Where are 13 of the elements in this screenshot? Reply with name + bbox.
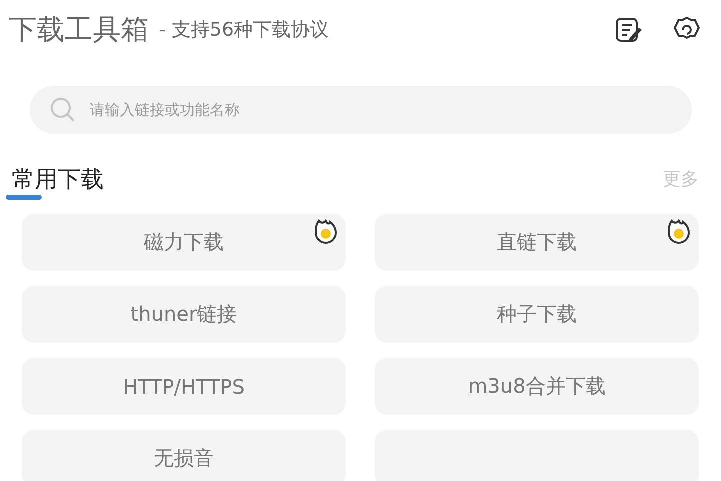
tool-button[interactable]: HTTP/HTTPS — [22, 358, 346, 415]
tool-button[interactable]: 直链下载 — [375, 214, 699, 271]
search-icon — [50, 97, 76, 123]
tool-button[interactable]: m3u8合并下载 — [375, 358, 699, 415]
tool-button[interactable]: 无损音 — [22, 430, 346, 481]
page-title: 下载工具箱 — [9, 12, 149, 48]
section-title: 常用下载 — [12, 166, 104, 192]
section-underline — [6, 194, 42, 200]
edit-notes-icon[interactable] — [615, 17, 643, 43]
tool-button[interactable]: thuner链接 — [22, 286, 346, 343]
tool-button[interactable]: 种子下载 — [375, 286, 699, 343]
tool-button[interactable]: 磁力下载 — [22, 214, 346, 271]
page-subtitle: - 支持56种下载协议 — [159, 18, 330, 43]
